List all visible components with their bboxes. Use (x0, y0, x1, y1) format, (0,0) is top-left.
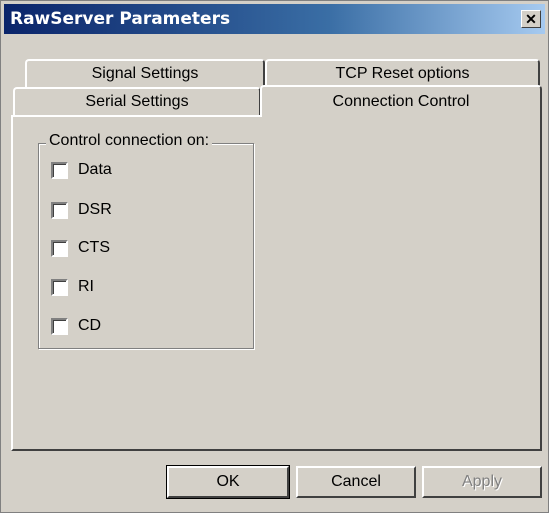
data-checkbox-row[interactable]: Data (51, 159, 112, 181)
tab-signal-settings-label: Signal Settings (91, 65, 199, 82)
tab-serial-settings-label: Serial Settings (85, 93, 189, 110)
groupbox-label: Control connection on: (46, 132, 213, 150)
dsr-checkbox[interactable] (51, 201, 68, 219)
data-checkbox[interactable] (51, 161, 68, 179)
dialog-window: RawServer Parameters ✕ Signal Settings T… (0, 0, 549, 513)
ri-checkbox-row[interactable]: RI (51, 276, 94, 298)
title-bar[interactable]: RawServer Parameters ✕ (4, 4, 545, 34)
close-button[interactable]: ✕ (521, 10, 541, 28)
ri-checkbox-label: RI (78, 278, 94, 295)
window-title: RawServer Parameters (10, 9, 231, 29)
ok-button[interactable]: OK (166, 465, 290, 499)
dsr-checkbox-label: DSR (78, 201, 112, 218)
tab-tcp-reset-options[interactable]: TCP Reset options (265, 59, 540, 87)
cd-checkbox-label: CD (78, 317, 102, 334)
tab-signal-settings[interactable]: Signal Settings (25, 59, 265, 87)
close-icon: ✕ (525, 11, 537, 27)
tab-tcp-reset-options-label: TCP Reset options (335, 65, 470, 82)
cts-checkbox[interactable] (51, 239, 68, 257)
dsr-checkbox-row[interactable]: DSR (51, 199, 112, 221)
data-checkbox-label: Data (78, 161, 112, 178)
cts-checkbox-label: CTS (78, 239, 110, 256)
tab-connection-control-label: Connection Control (332, 93, 470, 110)
tab-connection-control[interactable]: Connection Control (260, 85, 542, 117)
tab-serial-settings[interactable]: Serial Settings (13, 87, 261, 115)
cancel-button[interactable]: Cancel (296, 466, 416, 498)
ri-checkbox[interactable] (51, 278, 68, 296)
cts-checkbox-row[interactable]: CTS (51, 237, 110, 259)
apply-button[interactable]: Apply (422, 466, 542, 498)
cd-checkbox-row[interactable]: CD (51, 315, 101, 337)
cd-checkbox[interactable] (51, 317, 68, 335)
